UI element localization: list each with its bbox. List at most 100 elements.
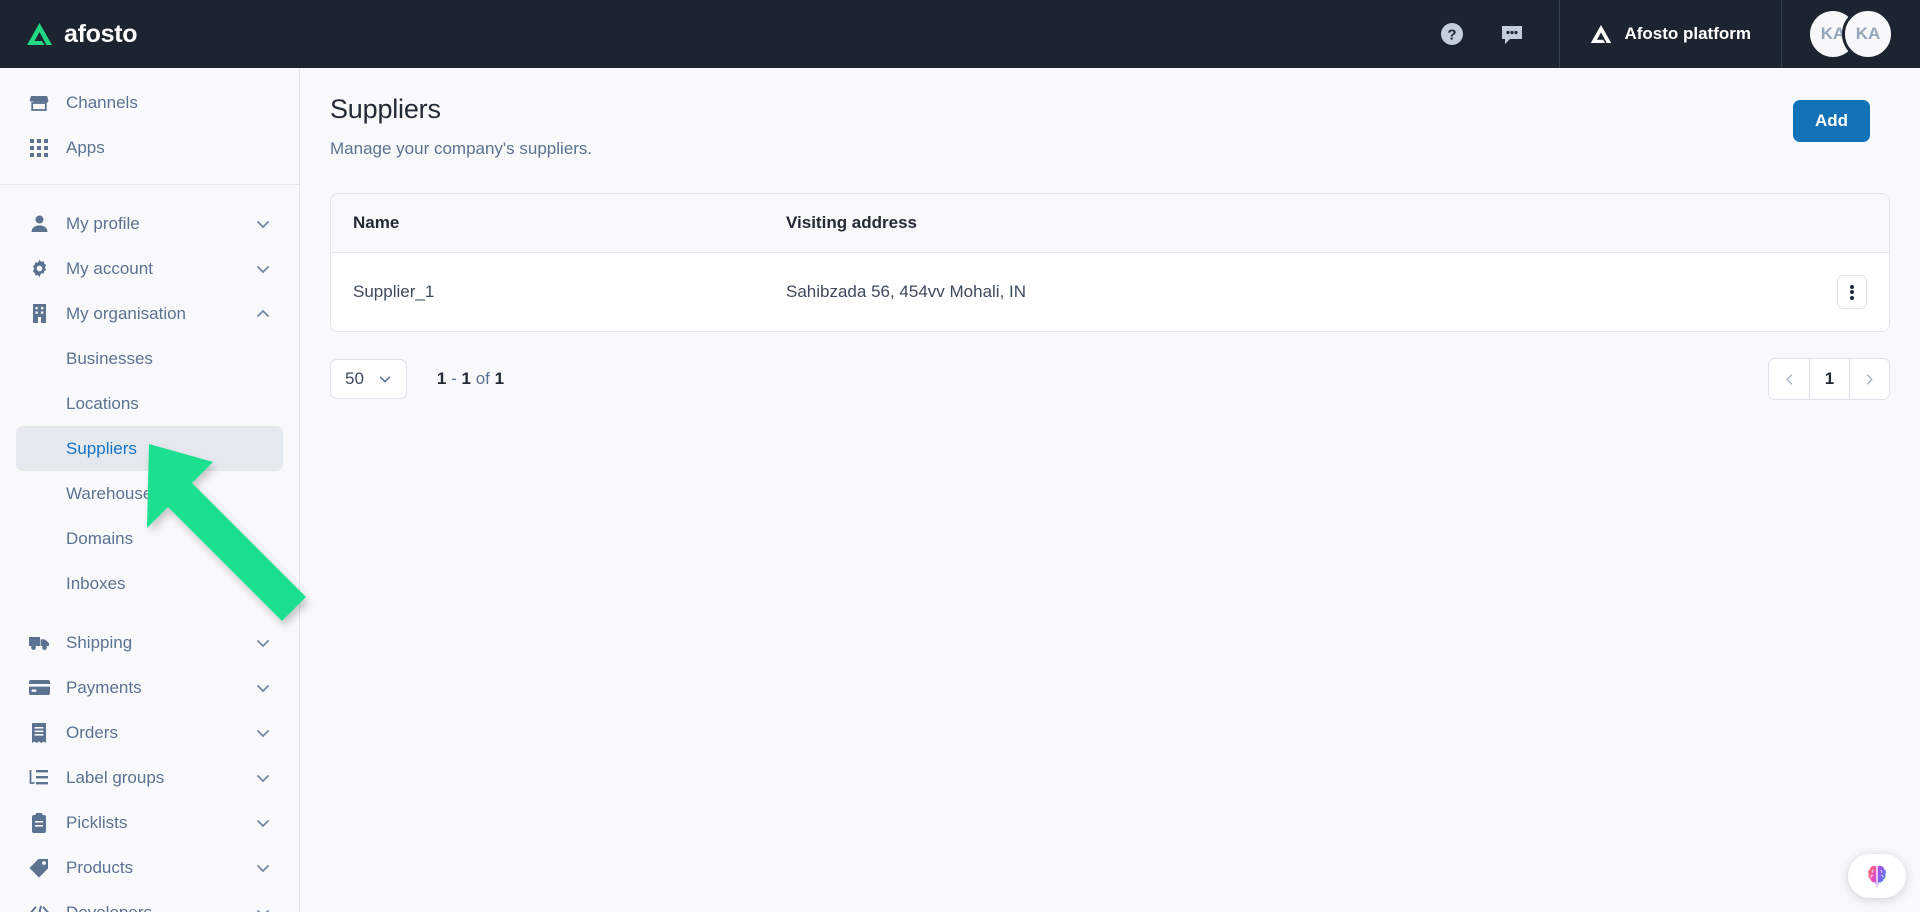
chevron-down-icon bbox=[257, 819, 269, 827]
sidebar-group-account: My profile My account My organisation Bu… bbox=[0, 184, 299, 912]
sidebar-item-products[interactable]: Products bbox=[16, 845, 283, 890]
help-circle-icon: ? bbox=[1441, 23, 1464, 45]
sidebar-group-top: Channels Apps bbox=[0, 68, 299, 184]
sidebar-item-label: Businesses bbox=[66, 348, 153, 368]
sidebar-item-my-organisation[interactable]: My organisation bbox=[16, 291, 283, 336]
credit-card-icon bbox=[28, 677, 50, 699]
range-from: 1 bbox=[436, 369, 447, 388]
sidebar-item-businesses[interactable]: Businesses bbox=[16, 336, 283, 381]
add-button[interactable]: Add bbox=[1792, 100, 1870, 142]
sidebar-item-label: Warehouses bbox=[66, 483, 161, 503]
svg-text:?: ? bbox=[1448, 27, 1457, 44]
sidebar-item-label: Apps bbox=[66, 137, 105, 157]
pagination-range: 1 - 1 of 1 bbox=[437, 369, 504, 389]
sidebar: Channels Apps My profile My account My o… bbox=[0, 68, 300, 912]
help-button[interactable]: ? bbox=[1435, 17, 1469, 51]
afosto-triangle-icon bbox=[27, 23, 52, 45]
sidebar-item-label: Shipping bbox=[66, 632, 133, 652]
sidebar-item-picklists[interactable]: Picklists bbox=[16, 800, 283, 845]
chat-button[interactable] bbox=[1495, 17, 1529, 51]
platform-switcher[interactable]: Afosto platform bbox=[1559, 0, 1782, 68]
sidebar-item-payments[interactable]: Payments bbox=[16, 665, 283, 710]
column-header-name[interactable]: Name bbox=[331, 194, 786, 253]
chevron-right-icon bbox=[1866, 373, 1873, 385]
sidebar-item-label: My profile bbox=[66, 213, 140, 233]
sidebar-item-label: Suppliers bbox=[66, 438, 137, 458]
sidebar-item-label: Channels bbox=[66, 92, 138, 112]
prev-page-button[interactable] bbox=[1769, 359, 1809, 399]
page-header-text: Suppliers Manage your company's supplier… bbox=[330, 94, 1793, 159]
sidebar-item-label: My organisation bbox=[66, 303, 187, 323]
sidebar-item-orders[interactable]: Orders bbox=[16, 710, 283, 755]
sidebar-item-warehouses[interactable]: Warehouses bbox=[16, 471, 283, 516]
sidebar-item-developers[interactable]: Developers bbox=[16, 890, 283, 912]
sidebar-item-label: Locations bbox=[66, 393, 139, 413]
sidebar-item-label: Developers bbox=[66, 902, 152, 912]
gear-icon bbox=[28, 258, 50, 280]
pagination-controls: 1 bbox=[1768, 358, 1890, 400]
sidebar-item-apps[interactable]: Apps bbox=[16, 125, 283, 170]
chat-bubble-icon bbox=[1502, 26, 1523, 44]
afosto-triangle-icon bbox=[1591, 25, 1612, 43]
sidebar-item-domains[interactable]: Domains bbox=[16, 516, 283, 561]
ai-assistant-button[interactable] bbox=[1848, 854, 1906, 898]
suppliers-table-card: Name Visiting address Supplier_1 Sahibza… bbox=[330, 193, 1890, 332]
tag-icon bbox=[28, 857, 50, 879]
brand-name: afosto bbox=[64, 19, 138, 48]
range-of: of bbox=[470, 369, 495, 388]
next-page-button[interactable] bbox=[1849, 359, 1889, 399]
building-icon bbox=[28, 303, 50, 325]
sidebar-item-label: Payments bbox=[66, 677, 142, 697]
range-total: 1 bbox=[494, 369, 505, 388]
chevron-down-icon bbox=[257, 220, 269, 228]
pagination-bar: 50 1 - 1 of 1 1 bbox=[330, 358, 1890, 400]
kebab-menu-icon bbox=[1850, 283, 1854, 301]
table-header: Name Visiting address bbox=[331, 194, 1889, 253]
main-content: Suppliers Manage your company's supplier… bbox=[300, 68, 1920, 912]
sidebar-item-channels[interactable]: Channels bbox=[16, 80, 283, 125]
user-icon bbox=[28, 213, 50, 235]
page-title: Suppliers bbox=[330, 94, 441, 124]
cell-name: Supplier_1 bbox=[331, 252, 786, 331]
sidebar-item-label-groups[interactable]: Label groups bbox=[16, 755, 283, 800]
brain-icon bbox=[1868, 865, 1886, 888]
table-body: Supplier_1 Sahibzada 56, 454vv Mohali, I… bbox=[331, 252, 1889, 331]
sidebar-item-label: Products bbox=[66, 857, 134, 877]
column-header-visiting-address[interactable]: Visiting address bbox=[786, 194, 1809, 253]
chevron-down-icon bbox=[257, 909, 269, 912]
platform-label: Afosto platform bbox=[1624, 24, 1751, 43]
code-icon bbox=[28, 902, 50, 912]
table-header-row: Name Visiting address bbox=[331, 194, 1889, 253]
top-bar: afosto ? Afosto platform KA KA bbox=[0, 0, 1920, 68]
sidebar-item-shipping[interactable]: Shipping bbox=[16, 620, 283, 665]
sidebar-item-label: Orders bbox=[66, 722, 118, 742]
table-row[interactable]: Supplier_1 Sahibzada 56, 454vv Mohali, I… bbox=[331, 252, 1889, 331]
page-number-1[interactable]: 1 bbox=[1809, 359, 1849, 399]
chevron-down-icon bbox=[257, 774, 269, 782]
clipboard-icon bbox=[28, 812, 50, 834]
sidebar-item-suppliers[interactable]: Suppliers bbox=[16, 426, 283, 471]
sidebar-item-label: Inboxes bbox=[66, 573, 126, 593]
sidebar-item-locations[interactable]: Locations bbox=[16, 381, 283, 426]
chevron-down-icon bbox=[257, 729, 269, 737]
chevron-down-icon bbox=[257, 864, 269, 872]
range-separator: - bbox=[446, 369, 462, 388]
page-size-value: 50 bbox=[345, 369, 364, 388]
range-to: 1 bbox=[461, 369, 471, 388]
sidebar-item-inboxes[interactable]: Inboxes bbox=[16, 561, 283, 606]
avatar-secondary[interactable]: KA bbox=[1842, 8, 1894, 60]
grid-apps-icon bbox=[28, 137, 50, 159]
truck-icon bbox=[28, 632, 50, 654]
row-actions-button[interactable] bbox=[1837, 275, 1867, 309]
cell-visiting-address: Sahibzada 56, 454vv Mohali, IN bbox=[786, 252, 1809, 331]
page-size-select[interactable]: 50 bbox=[330, 359, 407, 399]
page-subtitle: Manage your company's suppliers. bbox=[330, 139, 593, 158]
sidebar-item-my-profile[interactable]: My profile bbox=[16, 201, 283, 246]
brand-logo[interactable]: afosto bbox=[26, 19, 138, 49]
chevron-down-icon bbox=[379, 376, 391, 383]
receipt-icon bbox=[28, 722, 50, 744]
avatar-group[interactable]: KA KA bbox=[1810, 8, 1894, 60]
sidebar-item-my-account[interactable]: My account bbox=[16, 246, 283, 291]
store-icon bbox=[28, 92, 50, 114]
suppliers-table: Name Visiting address Supplier_1 Sahibza… bbox=[331, 194, 1889, 331]
